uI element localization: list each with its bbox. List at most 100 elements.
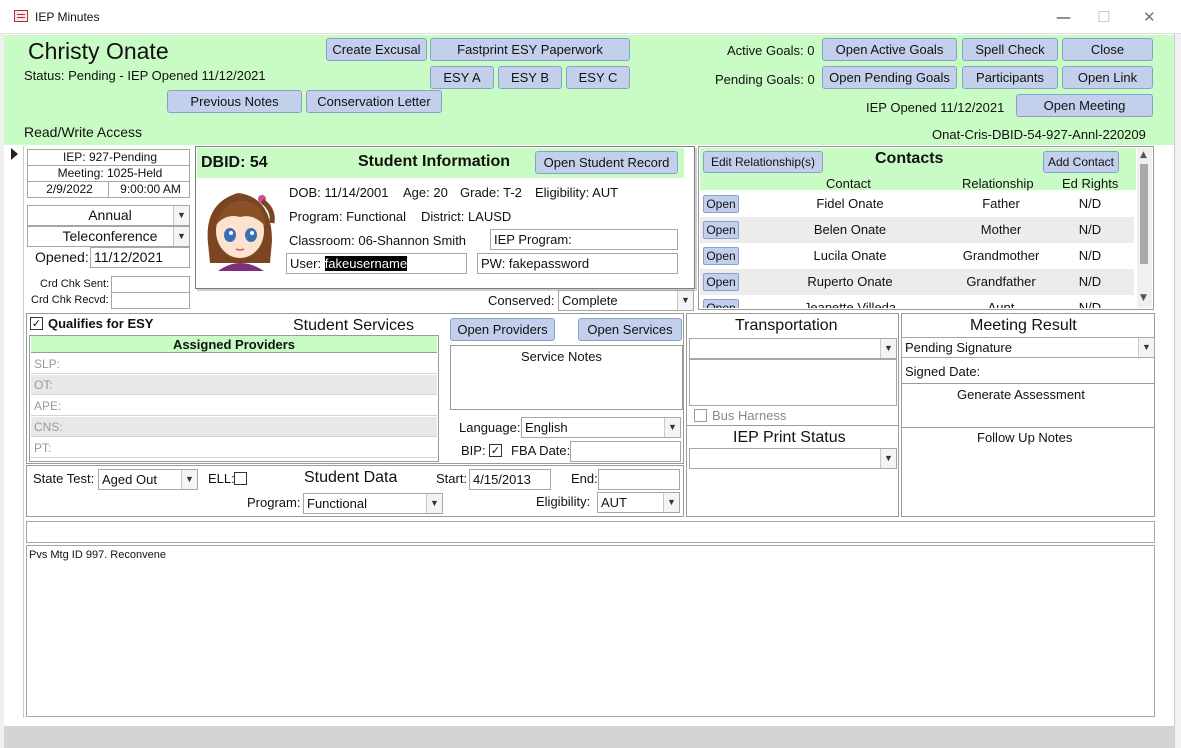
conserved-label: Conserved: bbox=[488, 293, 555, 308]
start-date-field[interactable]: 4/15/2013 bbox=[469, 469, 551, 490]
chevron-down-icon[interactable]: ▼ bbox=[173, 227, 189, 246]
esy-a-button[interactable]: ESY A bbox=[430, 66, 494, 89]
eligibility-select[interactable]: AUT ▼ bbox=[597, 492, 680, 513]
qualifies-esy-checkbox[interactable]: ✓ bbox=[30, 317, 43, 330]
chevron-down-icon[interactable]: ▼ bbox=[880, 449, 896, 468]
student-data-title: Student Data bbox=[304, 469, 398, 486]
divider bbox=[687, 425, 898, 426]
create-excusal-button[interactable]: Create Excusal bbox=[326, 38, 427, 61]
dob-text: DOB: 11/14/2001 bbox=[289, 185, 389, 200]
chevron-down-icon[interactable]: ▼ bbox=[1138, 338, 1154, 357]
username-field[interactable]: User: fakeusername bbox=[286, 253, 467, 274]
record-selector[interactable] bbox=[6, 146, 24, 718]
minimize-button[interactable]: — bbox=[1056, 8, 1071, 26]
esy-b-button[interactable]: ESY B bbox=[498, 66, 562, 89]
open-providers-button[interactable]: Open Providers bbox=[450, 318, 555, 341]
language-value: English bbox=[525, 420, 568, 435]
chevron-down-icon[interactable]: ▼ bbox=[663, 493, 679, 512]
esy-c-button[interactable]: ESY C bbox=[566, 66, 630, 89]
open-meeting-button[interactable]: Open Meeting bbox=[1016, 94, 1153, 117]
conserved-select[interactable]: Complete ▼ bbox=[558, 290, 694, 311]
district-text: District: LAUSD bbox=[421, 209, 512, 224]
end-date-field[interactable] bbox=[598, 469, 680, 490]
iep-id-field[interactable]: IEP: 927-Pending bbox=[27, 149, 190, 166]
window-title: IEP Minutes bbox=[35, 10, 100, 24]
chevron-down-icon[interactable]: ▼ bbox=[426, 494, 442, 513]
provider-ot[interactable]: OT: bbox=[31, 375, 437, 395]
print-status-select[interactable]: ▼ bbox=[689, 448, 897, 469]
title-bar: IEP Minutes — ☐ ✕ bbox=[0, 0, 1181, 34]
edit-relationships-button[interactable]: Edit Relationship(s) bbox=[703, 151, 823, 173]
open-pending-goals-button[interactable]: Open Pending Goals bbox=[822, 66, 957, 89]
close-window-button[interactable]: ✕ bbox=[1143, 8, 1156, 26]
single-line-field[interactable] bbox=[26, 521, 1155, 543]
fastprint-esy-button[interactable]: Fastprint ESY Paperwork bbox=[430, 38, 630, 61]
maximize-button[interactable]: ☐ bbox=[1097, 8, 1110, 26]
open-contact-button[interactable]: Open bbox=[703, 247, 739, 265]
open-student-record-button[interactable]: Open Student Record bbox=[535, 151, 678, 174]
transportation-notes[interactable] bbox=[689, 359, 897, 406]
state-test-select[interactable]: Aged Out ▼ bbox=[98, 469, 198, 490]
crd-chk-sent-field[interactable] bbox=[111, 276, 190, 293]
ell-checkbox[interactable] bbox=[234, 472, 247, 485]
meeting-mode-select[interactable]: Teleconference ▼ bbox=[27, 226, 190, 247]
user-label: User: bbox=[290, 256, 322, 271]
list-item: Open Jeanette Villeda Aunt N/D bbox=[700, 295, 1134, 308]
meeting-date-field[interactable]: 2/9/2022 bbox=[27, 181, 109, 198]
eligibility-text: Eligibility: AUT bbox=[535, 185, 619, 200]
meeting-id-field[interactable]: Meeting: 1025-Held bbox=[27, 165, 190, 182]
background-window-edge bbox=[1174, 34, 1181, 748]
participants-button[interactable]: Participants bbox=[962, 66, 1058, 89]
generate-assessment-button[interactable]: Generate Assessment bbox=[957, 387, 1085, 402]
crd-chk-recvd-field[interactable] bbox=[111, 292, 190, 309]
meeting-time-field[interactable]: 9:00:00 AM bbox=[108, 181, 190, 198]
open-contact-button[interactable]: Open bbox=[703, 195, 739, 213]
contacts-scrollbar[interactable]: ▲ ▼ bbox=[1137, 148, 1152, 308]
transportation-select[interactable]: ▼ bbox=[689, 338, 897, 359]
iep-program-field[interactable]: IEP Program: bbox=[490, 229, 678, 250]
program-select[interactable]: Functional ▼ bbox=[303, 493, 443, 514]
bip-checkbox[interactable]: ✓ bbox=[489, 444, 502, 457]
scroll-thumb[interactable] bbox=[1140, 164, 1148, 264]
provider-ape[interactable]: APE: bbox=[31, 396, 437, 416]
chevron-down-icon[interactable]: ▼ bbox=[181, 470, 197, 489]
meeting-type-select[interactable]: Annual ▼ bbox=[27, 205, 190, 226]
language-label: Language: bbox=[459, 420, 521, 435]
meeting-result-title: Meeting Result bbox=[970, 317, 1077, 334]
meeting-result-select[interactable]: Pending Signature ▼ bbox=[901, 337, 1155, 358]
open-contact-button[interactable]: Open bbox=[703, 299, 739, 308]
state-test-label: State Test: bbox=[33, 471, 95, 486]
contacts-list: Open Fidel Onate Father N/D Open Belen O… bbox=[700, 191, 1136, 308]
crd-chk-sent-label: Crd Chk Sent: bbox=[40, 278, 110, 290]
close-button[interactable]: Close bbox=[1062, 38, 1153, 61]
provider-pt[interactable]: PT: bbox=[31, 438, 437, 458]
student-info-title: Student Information bbox=[358, 153, 510, 170]
open-contact-button[interactable]: Open bbox=[703, 273, 739, 291]
open-contact-button[interactable]: Open bbox=[703, 221, 739, 239]
provider-slp[interactable]: SLP: bbox=[31, 354, 437, 374]
previous-notes-button[interactable]: Previous Notes bbox=[167, 90, 302, 113]
bip-label: BIP: bbox=[461, 443, 486, 458]
qualifies-esy-label: Qualifies for ESY bbox=[48, 316, 154, 331]
chevron-down-icon[interactable]: ▼ bbox=[664, 418, 680, 437]
conservation-letter-button[interactable]: Conservation Letter bbox=[306, 90, 442, 113]
add-contact-button[interactable]: Add Contact bbox=[1043, 151, 1119, 173]
bus-harness-checkbox[interactable] bbox=[694, 409, 707, 422]
language-select[interactable]: English ▼ bbox=[521, 417, 681, 438]
scroll-down-icon[interactable]: ▼ bbox=[1140, 293, 1147, 303]
conserved-value: Complete bbox=[562, 293, 618, 308]
notes-textarea[interactable]: Pvs Mtg ID 997. Reconvene bbox=[26, 545, 1155, 717]
spell-check-button[interactable]: Spell Check bbox=[962, 38, 1058, 61]
chevron-down-icon[interactable]: ▼ bbox=[173, 206, 189, 225]
open-active-goals-button[interactable]: Open Active Goals bbox=[822, 38, 957, 61]
password-field[interactable]: PW: fakepassword bbox=[477, 253, 678, 274]
chevron-down-icon[interactable]: ▼ bbox=[677, 291, 693, 310]
fba-date-field[interactable] bbox=[570, 441, 681, 462]
scroll-up-icon[interactable]: ▲ bbox=[1140, 150, 1147, 160]
open-link-button[interactable]: Open Link bbox=[1062, 66, 1153, 89]
contact-ed-rights: N/D bbox=[1078, 300, 1102, 308]
provider-cns[interactable]: CNS: bbox=[31, 417, 437, 437]
opened-date-field[interactable]: 11/12/2021 bbox=[90, 247, 190, 268]
chevron-down-icon[interactable]: ▼ bbox=[880, 339, 896, 358]
open-services-button[interactable]: Open Services bbox=[578, 318, 682, 341]
